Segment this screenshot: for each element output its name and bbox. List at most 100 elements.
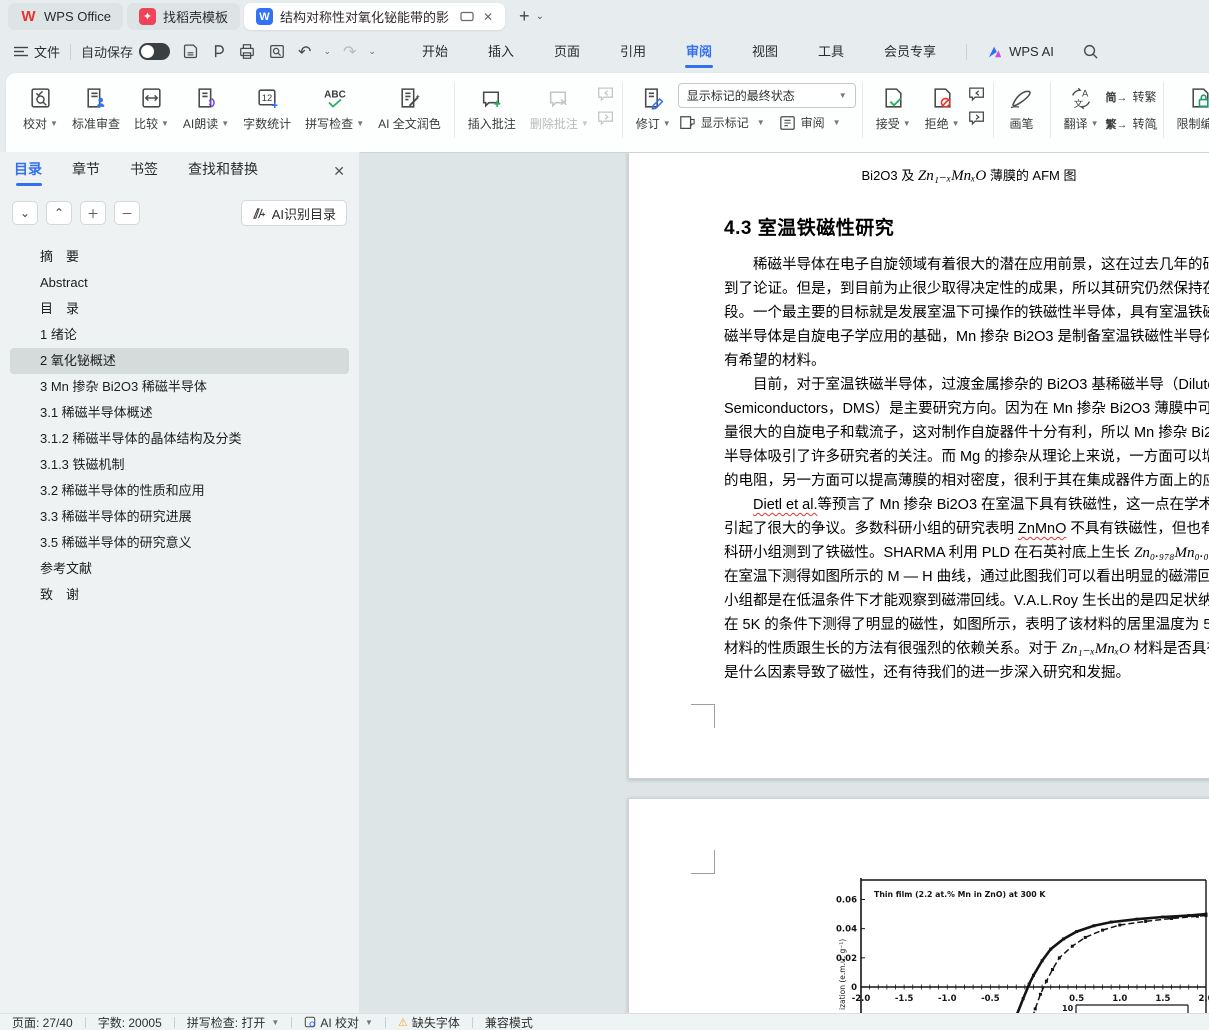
tab-list-chevron-icon[interactable]: ⌄ [536, 11, 544, 22]
export-pdf-icon[interactable] [211, 43, 226, 60]
toc-item[interactable]: 2 氧化铋概述 [10, 348, 349, 374]
menu-tab[interactable]: 视图 [732, 33, 798, 70]
review-pane-button[interactable]: 审阅▼ [779, 114, 841, 131]
file-menu-button[interactable]: 文件 [14, 42, 60, 61]
ai-read-aloud-button[interactable]: AI朗读▼ [176, 80, 236, 135]
present-screen-icon[interactable] [460, 11, 474, 23]
toc-item[interactable]: 3 Mn 掺杂 Bi2O3 稀磁半导体 [0, 374, 359, 400]
menu-tab[interactable]: 插入 [468, 33, 534, 70]
toc-collapse-up-button[interactable]: ⌃ [46, 201, 72, 225]
toc-expand-down-button[interactable]: ⌄ [12, 201, 38, 225]
tab-wps-office[interactable]: W WPS Office [8, 3, 123, 30]
save-icon[interactable] [182, 43, 199, 60]
new-tab-button[interactable]: + [519, 6, 530, 27]
tab-label: WPS Office [44, 9, 111, 24]
insert-comment-icon [479, 83, 505, 111]
toc-item[interactable]: 3.2 稀磁半导体的性质和应用 [0, 478, 359, 504]
markup-state-select[interactable]: 显示标记的最终状态 ▼ [678, 83, 856, 108]
ai-polish-button[interactable]: AI 全文润色 [371, 80, 448, 135]
svg-text:-1.0: -1.0 [938, 994, 957, 1004]
word-count-button[interactable]: 12 字数统计 [236, 80, 298, 135]
delete-comment-icon [546, 83, 572, 111]
toc-collapse-all-button[interactable]: － [114, 201, 140, 225]
search-icon[interactable] [1082, 43, 1099, 60]
doc-line: Dietl et al.等预言了 Mn 掺杂 Bi2O3 在室温下具有铁磁性，这… [724, 493, 1209, 517]
word-count-indicator[interactable]: 字数: 20005 [98, 1014, 162, 1030]
toc-item[interactable]: Abstract [0, 270, 359, 296]
spell-check-button[interactable]: ABC 拼写检查▼ [298, 80, 371, 135]
sidebar-tab-find-replace[interactable]: 查找和替换 [188, 152, 258, 190]
close-sidebar-icon[interactable]: ✕ [333, 163, 345, 180]
reject-revision-button[interactable]: 拒绝▼ [918, 80, 967, 135]
accept-revision-button[interactable]: 接受▼ [869, 80, 918, 135]
tab-docer-template[interactable]: ✦ 找稻壳模板 [127, 3, 240, 30]
compat-mode-indicator[interactable]: 兼容模式 [485, 1014, 533, 1030]
toc-expand-all-button[interactable]: ＋ [80, 201, 106, 225]
menu-tab[interactable]: 页面 [534, 33, 600, 70]
redo-icon: ↷ [343, 42, 356, 62]
toc-item[interactable]: 3.1.2 稀磁半导体的晶体结构及分类 [0, 426, 359, 452]
undo-chevron-icon[interactable]: ⌄ [323, 46, 331, 57]
wps-logo-icon: W [20, 8, 37, 25]
chevron-down-icon: ▼ [365, 1018, 373, 1027]
sidebar-tab-sections[interactable]: 章节 [72, 152, 100, 190]
ai-recognize-toc-button[interactable]: AI识别目录 [241, 200, 347, 226]
autosave-toggle[interactable] [139, 43, 170, 60]
svg-text:0.04: 0.04 [836, 925, 857, 935]
menu-tab[interactable]: 引用 [600, 33, 666, 70]
toc-item[interactable]: 致 谢 [0, 582, 359, 608]
to-traditional-button[interactable]: 简→ 转繁 [1106, 88, 1157, 105]
dialog-launcher-icon[interactable]: ↘ [1150, 122, 1158, 133]
restrict-editing-button[interactable]: 限制编辑 [1170, 80, 1209, 135]
redo-chevron-icon[interactable]: ⌄ [368, 46, 376, 57]
translate-button[interactable]: 文A 翻译▼ [1057, 80, 1106, 135]
document-page-27[interactable]: Bi2O3 及 Zn₁₋ₓMnₓO 薄膜的 AFM 图 4.3 室温铁磁性研究 … [628, 152, 1209, 779]
spellcheck-status[interactable]: 拼写检查: 打开▼ [187, 1014, 280, 1030]
ai-proof-icon [304, 1016, 316, 1028]
menu-tab[interactable]: 会员专享 [864, 33, 956, 70]
ink-brush-button[interactable]: 画笔 [1000, 80, 1044, 135]
toc-item[interactable]: 3.1.3 铁磁机制 [0, 452, 359, 478]
print-preview-icon[interactable] [268, 43, 286, 60]
close-tab-icon[interactable]: ✕ [483, 10, 493, 24]
missing-font-warning[interactable]: ⚠ 缺失字体 [398, 1014, 460, 1030]
to-simplified-button[interactable]: 繁→ 转简 [1106, 115, 1157, 132]
next-comment-icon [596, 110, 616, 126]
doc-line: 材料的性质跟生长的方法有很强烈的依赖关系。对于 Zn₁₋ₓMnₓO 材料是否具有 [724, 637, 1209, 661]
toc-item[interactable]: 3.3 稀磁半导体的研究进展 [0, 504, 359, 530]
undo-icon[interactable]: ↶ [298, 42, 311, 62]
svg-text:12: 12 [261, 93, 271, 103]
sidebar-tab-toc[interactable]: 目录 [14, 152, 42, 190]
standard-review-button[interactable]: 标准审查 [65, 80, 127, 135]
toc-item[interactable]: 摘 要 [0, 244, 359, 270]
divider [472, 1017, 473, 1028]
previous-revision-icon[interactable] [967, 86, 987, 102]
toc-item[interactable]: 参考文献 [0, 556, 359, 582]
tab-document[interactable]: W 结构对称性对氧化铋能带的影 ✕ [244, 3, 505, 30]
figure-caption: Bi2O3 及 Zn₁₋ₓMnₓO 薄膜的 AFM 图 [834, 165, 1104, 185]
toc-item[interactable]: 3.1 稀磁半导体概述 [0, 400, 359, 426]
page-indicator[interactable]: 页面: 27/40 [12, 1014, 73, 1030]
toc-toolbar: ⌄ ⌃ ＋ － AI识别目录 [0, 190, 359, 232]
menu-tab[interactable]: 审阅 [666, 33, 732, 70]
document-canvas[interactable]: Bi2O3 及 Zn₁₋ₓMnₓO 薄膜的 AFM 图 4.3 室温铁磁性研究 … [360, 152, 1209, 1013]
svg-text:-1.5: -1.5 [895, 994, 914, 1004]
menu-tab[interactable]: 开始 [402, 33, 468, 70]
track-changes-button[interactable]: 修订▼ [629, 80, 678, 135]
proofread-button[interactable]: 校对▼ [16, 80, 65, 135]
standard-review-icon [83, 83, 108, 111]
toc-item[interactable]: 1 绪论 [0, 322, 359, 348]
insert-comment-button[interactable]: 插入批注 [461, 80, 523, 135]
next-revision-icon[interactable] [967, 110, 987, 126]
toc-item[interactable]: 3.5 稀磁半导体的研究意义 [0, 530, 359, 556]
ribbon-separator [1050, 82, 1051, 138]
wps-ai-button[interactable]: WPS AI [987, 44, 1054, 59]
print-icon[interactable] [238, 43, 256, 60]
compare-button[interactable]: 比较▼ [127, 80, 176, 135]
sidebar-tab-bookmarks[interactable]: 书签 [130, 152, 158, 190]
menu-tab[interactable]: 工具 [798, 33, 864, 70]
show-markup-button[interactable]: 显示标记▼ [678, 114, 765, 131]
document-page-28[interactable]: 00.020.040.06-2.0-1.5-1.0-0.50.51.01.52.… [628, 798, 1209, 1013]
toc-item[interactable]: 目 录 [0, 296, 359, 322]
ai-proof-status[interactable]: AI 校对▼ [304, 1014, 373, 1030]
